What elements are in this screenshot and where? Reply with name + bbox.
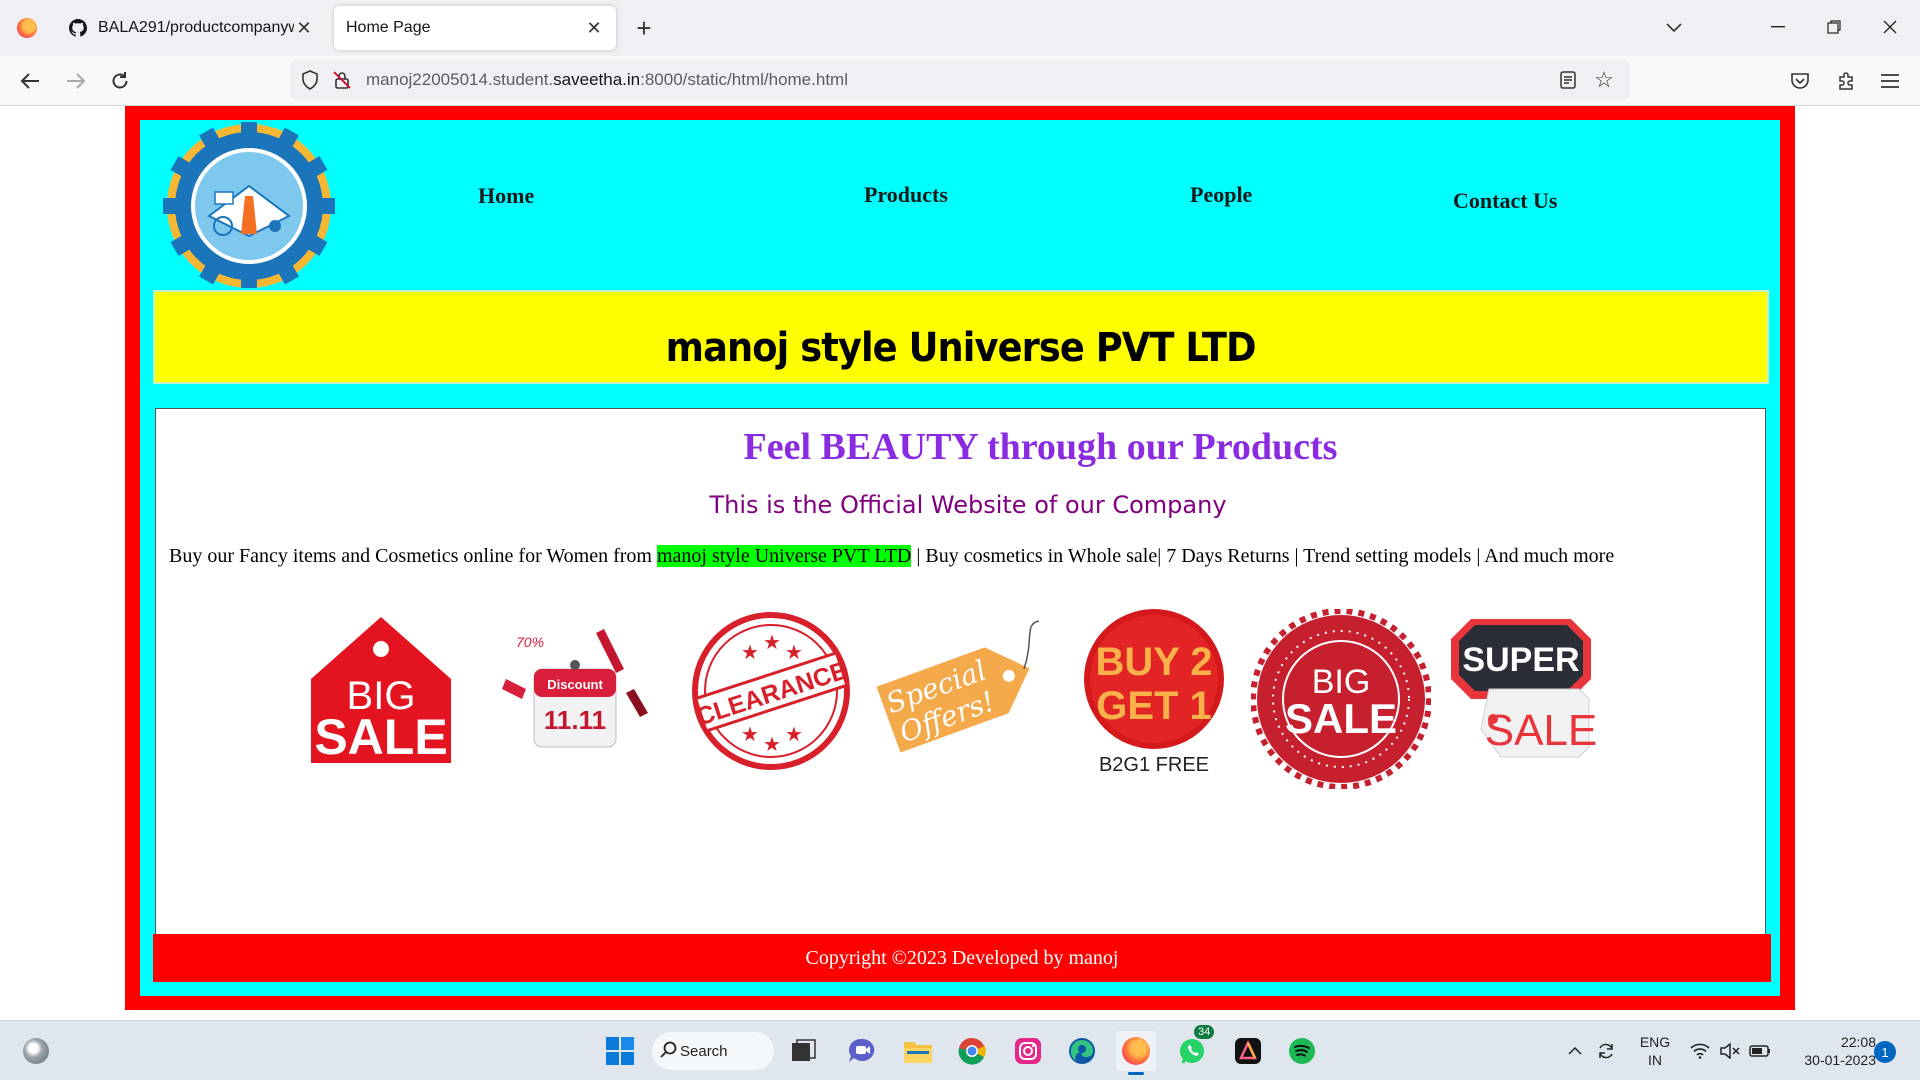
svg-text:SALE: SALE — [1285, 695, 1397, 742]
minimize-icon[interactable] — [1750, 0, 1806, 54]
tray-chevron-up-icon[interactable] — [1564, 1031, 1586, 1071]
tab-github[interactable]: BALA291/productcompanyweb ✕ — [56, 6, 326, 50]
whatsapp-badge: 34 — [1194, 1025, 1215, 1039]
nav-home-link[interactable]: Home — [478, 183, 534, 209]
widgets-icon[interactable] — [16, 1031, 56, 1071]
forward-arrow-icon[interactable] — [60, 65, 92, 97]
pocket-icon[interactable] — [1788, 69, 1812, 93]
clearance-stamp-image: ★ ★ ★ ★ ★ ★ CLEARANCE — [692, 612, 851, 770]
close-icon[interactable]: ✕ — [294, 18, 314, 39]
svg-text:★: ★ — [741, 722, 759, 746]
page-subheadline: This is the Official Website of our Comp… — [709, 491, 1227, 519]
notification-count-badge[interactable]: 1 — [1874, 1041, 1896, 1063]
tracking-shield-icon[interactable] — [300, 70, 320, 90]
browser-tab-bar: BALA291/productcompanyweb ✕ Home Page ✕ … — [0, 0, 1920, 56]
svg-text:SALE: SALE — [1485, 706, 1598, 755]
url-bar[interactable]: manoj22005014.student.saveetha.in:8000/s… — [290, 60, 1630, 100]
svg-text:★: ★ — [763, 630, 781, 654]
buy2-get1-badge-image: BUY 2 GET 1 B2G1 FREE — [1084, 609, 1224, 776]
big-sale-tag-image: BIG SALE — [311, 617, 451, 765]
sale-badges-strip: BIG SALE 70% Discount 11.11 ★★★ ★★★ — [306, 609, 1606, 799]
svg-text:GET 1: GET 1 — [1096, 684, 1212, 728]
extensions-puzzle-icon[interactable] — [1834, 69, 1858, 93]
firefox-taskbar-icon[interactable] — [1116, 1031, 1156, 1075]
close-icon[interactable]: ✕ — [584, 18, 604, 39]
windows-start-icon[interactable] — [600, 1031, 640, 1071]
taskbar-search-box[interactable]: Search — [652, 1032, 774, 1070]
volume-muted-icon[interactable] — [1716, 1031, 1744, 1071]
search-icon — [660, 1041, 678, 1063]
reload-icon[interactable] — [104, 65, 136, 97]
instagram-icon[interactable] — [1008, 1031, 1048, 1071]
wifi-icon[interactable] — [1686, 1031, 1714, 1071]
search-label: Search — [680, 1042, 728, 1060]
clock[interactable]: 22:08 30-01-2023 — [1780, 1033, 1876, 1069]
clock-date: 30-01-2023 — [1804, 1052, 1876, 1068]
tab-title: Home Page — [346, 19, 431, 36]
adobe-express-icon[interactable] — [1228, 1031, 1268, 1071]
page-headline: Feel BEAUTY through our Products — [743, 426, 1338, 468]
saveetha-college-logo — [160, 120, 338, 292]
firefox-icon — [17, 18, 37, 38]
svg-text:SUPER: SUPER — [1462, 641, 1579, 679]
language-indicator[interactable]: ENG IN — [1630, 1033, 1680, 1069]
browser-toolbar: manoj22005014.student.saveetha.in:8000/s… — [0, 56, 1920, 106]
big-sale-seal-image: BIG SALE — [1251, 609, 1431, 789]
whatsapp-icon[interactable]: 34 — [1172, 1025, 1215, 1071]
list-all-tabs-chevron-icon[interactable] — [1660, 14, 1688, 42]
edge-icon[interactable] — [1062, 1031, 1102, 1071]
tab-title: BALA291/productcompanyweb — [98, 19, 294, 36]
special-offers-tag-image: Special Offers! — [876, 620, 1040, 753]
clock-time: 22:08 — [1840, 1034, 1876, 1050]
windows-taskbar: Search 34 ENG IN 22:08 30-01-2023 1 — [0, 1020, 1920, 1080]
bookmark-star-icon[interactable]: ☆ — [1592, 68, 1616, 92]
battery-icon[interactable] — [1746, 1031, 1774, 1071]
copyright-text: Copyright ©2023 Developed by manoj — [805, 946, 1119, 969]
svg-text:11.11: 11.11 — [544, 705, 606, 735]
sync-icon[interactable] — [1592, 1031, 1620, 1071]
svg-text:SALE: SALE — [314, 709, 447, 765]
nav-contact-link[interactable]: Contact Us — [1453, 188, 1558, 214]
svg-text:BUY 2: BUY 2 — [1095, 640, 1212, 684]
banner-title: manoj style Universe PVT LTD — [665, 325, 1257, 371]
firefox-view-button[interactable] — [0, 0, 54, 56]
svg-text:★: ★ — [763, 732, 781, 756]
svg-text:★: ★ — [785, 722, 803, 746]
company-name-highlight: manoj style Universe PVT LTD — [656, 545, 912, 567]
svg-text:★: ★ — [741, 640, 759, 664]
reader-view-icon[interactable] — [1558, 70, 1578, 90]
tab-home-page[interactable]: Home Page ✕ — [334, 6, 616, 50]
hamburger-menu-icon[interactable] — [1878, 69, 1902, 93]
task-view-icon[interactable] — [784, 1031, 824, 1071]
super-sale-badge-image: SUPER SALE — [1451, 619, 1598, 758]
url-text[interactable]: manoj22005014.student.saveetha.in:8000/s… — [366, 70, 848, 90]
nav-people-link[interactable]: People — [1190, 182, 1252, 208]
svg-text:★: ★ — [785, 640, 803, 664]
chrome-icon[interactable] — [952, 1031, 992, 1071]
company-banner: manoj style Universe PVT LTD — [153, 290, 1769, 384]
page-footer: Copyright ©2023 Developed by manoj — [153, 934, 1771, 982]
main-content: Feel BEAUTY through our Products This is… — [155, 408, 1766, 936]
spotify-icon[interactable] — [1282, 1031, 1322, 1071]
svg-text:Discount: Discount — [547, 677, 603, 692]
svg-text:70%: 70% — [516, 634, 544, 650]
nav-products-link[interactable]: Products — [864, 182, 948, 208]
window-close-icon[interactable] — [1862, 0, 1918, 54]
github-icon — [68, 18, 88, 38]
intro-paragraph: Buy our Fancy items and Cosmetics online… — [169, 545, 1615, 567]
teams-chat-icon[interactable] — [842, 1031, 882, 1071]
restore-icon[interactable] — [1806, 0, 1862, 54]
file-explorer-icon[interactable] — [898, 1031, 938, 1071]
back-arrow-icon[interactable] — [14, 65, 46, 97]
new-tab-button[interactable]: + — [628, 12, 660, 44]
insecure-lock-icon[interactable] — [332, 70, 352, 90]
discount-calendar-image: 70% Discount 11.11 — [502, 629, 648, 748]
svg-text:B2G1 FREE: B2G1 FREE — [1099, 754, 1209, 776]
